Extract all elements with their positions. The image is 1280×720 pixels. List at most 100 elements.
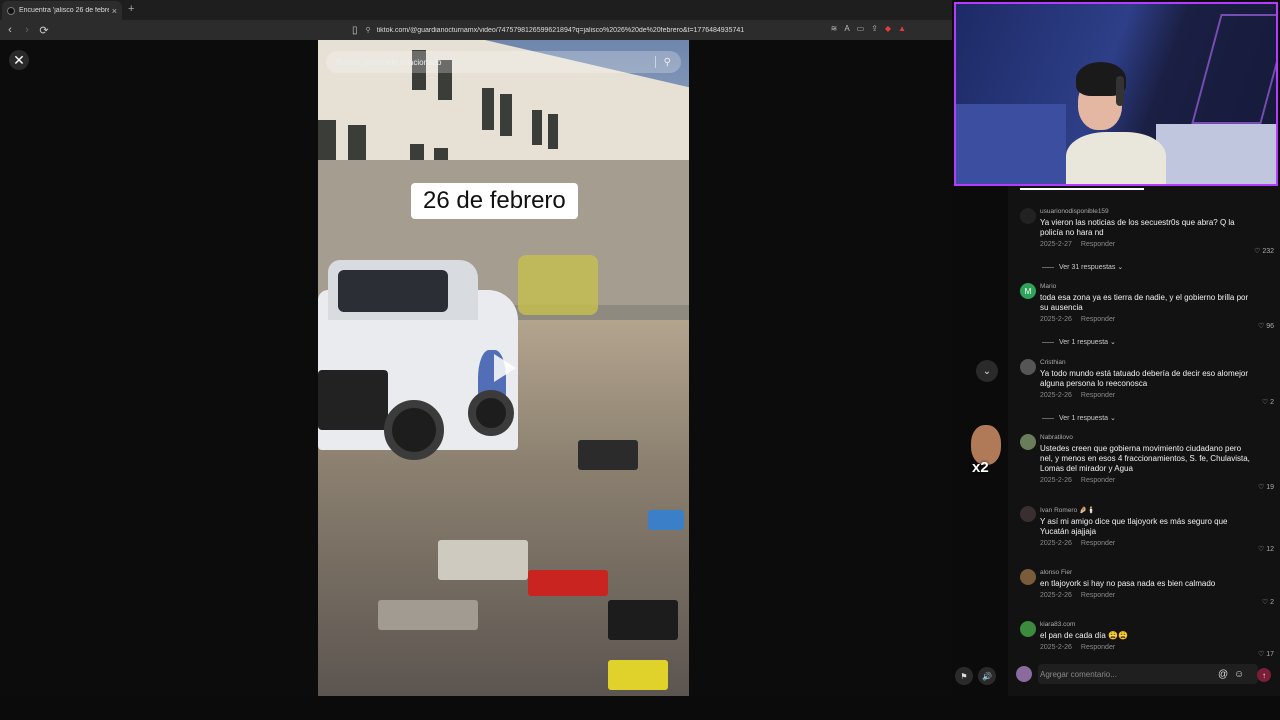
comment-text: toda esa zona ya es tierra de nadie, y e…	[1040, 293, 1249, 312]
view-replies-button[interactable]: Ver 1 respuesta ⌄	[1042, 338, 1116, 346]
next-video-button[interactable]: ⌄	[976, 360, 998, 382]
emoji-icon[interactable]: ☺	[1234, 669, 1244, 680]
comment-date: 2025-2-26	[1040, 316, 1072, 323]
heart-icon[interactable]: ♡	[1258, 546, 1266, 553]
streamer-webcam	[954, 2, 1278, 186]
comment-meta: 2025-2-26 Responder	[1040, 392, 1252, 399]
comment-meta: 2025-2-26 Responder	[1040, 540, 1252, 547]
cast-icon[interactable]: ▭	[857, 24, 865, 33]
reply-button[interactable]: Responder	[1081, 644, 1115, 651]
shield-extension-icon[interactable]: ◆	[885, 24, 891, 33]
like-count: 2	[1270, 399, 1274, 406]
search-icon[interactable]: ⚲	[664, 57, 671, 68]
related-search-placeholder[interactable]: Buscar contenido relacionado	[336, 58, 655, 67]
commenter-name[interactable]: Cristhian	[1040, 359, 1252, 366]
comment-meta: 2025-2-26 Responder	[1040, 477, 1252, 484]
heart-icon[interactable]: ♡	[1258, 323, 1266, 330]
webcam-bed	[956, 104, 1066, 184]
comment-like-button[interactable]: ♡ 96	[1258, 322, 1274, 330]
view-replies-label[interactable]: Ver 1 respuesta ⌄	[1059, 338, 1116, 346]
comment-meta: 2025-2-26 Responder	[1040, 592, 1252, 599]
heart-icon[interactable]: ♡	[1258, 484, 1266, 491]
video-player[interactable]: 26 de febrero Buscar contenido relaciona…	[318, 40, 689, 696]
reply-button[interactable]: Responder	[1081, 316, 1115, 323]
building-window	[532, 110, 542, 145]
comment-date: 2025-2-27	[1040, 241, 1072, 248]
new-tab-button[interactable]: +	[128, 3, 134, 15]
commenter-name[interactable]: usuarionodisponible159	[1040, 208, 1252, 215]
comment-like-button[interactable]: ♡ 19	[1258, 483, 1274, 491]
reply-button[interactable]: Responder	[1081, 477, 1115, 484]
building-window	[548, 114, 558, 149]
like-count: 96	[1266, 323, 1274, 330]
heart-icon[interactable]: ♡	[1258, 651, 1266, 658]
tab-close-icon[interactable]: ×	[112, 6, 117, 16]
comment-date: 2025-2-26	[1040, 644, 1072, 651]
webcam-desk	[1156, 124, 1276, 184]
commenter-avatar[interactable]: M	[1020, 283, 1036, 299]
commenter-name[interactable]: alonso Fier	[1040, 569, 1252, 576]
comment-text: en tlajoyork si hay no pasa nada es bien…	[1040, 579, 1216, 588]
replies-line	[1042, 341, 1054, 343]
warning-extension-icon[interactable]: ▲	[898, 24, 906, 33]
heart-icon[interactable]: ♡	[1262, 399, 1270, 406]
view-replies-label[interactable]: Ver 1 respuesta ⌄	[1059, 414, 1116, 422]
webcam-streamer	[1066, 62, 1166, 184]
reader-mode-icon[interactable]: ≋	[831, 24, 838, 33]
address-bar[interactable]: ▯ ⚲ tiktok.com/@guardianocturnamx/video/…	[352, 22, 912, 38]
view-replies-button[interactable]: Ver 31 respuestas ⌄	[1042, 263, 1123, 271]
related-search-bar[interactable]: Buscar contenido relacionado ⚲	[326, 51, 681, 73]
volume-icon[interactable]: 🔊	[978, 667, 996, 685]
comment-body: Ivan Romero 🤌🏼🕯️ Y así mi amigo dice que …	[1040, 506, 1252, 547]
stream-sticker-emote: x2	[963, 425, 1007, 481]
reload-button[interactable]: ⟳	[37, 24, 51, 37]
view-replies-label[interactable]: Ver 31 respuestas ⌄	[1059, 263, 1123, 271]
building-window	[348, 125, 366, 165]
reply-button[interactable]: Responder	[1081, 540, 1115, 547]
close-video-button[interactable]: ✕	[9, 50, 29, 70]
translate-icon[interactable]: A	[844, 24, 849, 33]
comment-composer: Agregar comentario... @ ☺ ↑	[1008, 663, 1280, 687]
reply-button[interactable]: Responder	[1081, 241, 1115, 248]
comment-date: 2025-2-26	[1040, 540, 1072, 547]
commenter-name[interactable]: Mario	[1040, 283, 1252, 290]
commenter-avatar[interactable]	[1020, 359, 1036, 375]
commenter-name[interactable]: Nabratilovo	[1040, 434, 1252, 441]
commenter-avatar[interactable]	[1020, 621, 1036, 637]
comment-meta: 2025-2-26 Responder	[1040, 316, 1252, 323]
like-count: 12	[1266, 546, 1274, 553]
heart-icon[interactable]: ♡	[1262, 599, 1270, 606]
comment-like-button[interactable]: ♡ 2	[1262, 598, 1274, 606]
video-scene-truck	[318, 250, 518, 460]
play-icon[interactable]	[494, 354, 516, 382]
forward-button[interactable]: ›	[20, 24, 34, 36]
reply-button[interactable]: Responder	[1081, 392, 1115, 399]
comment-text: el pan de cada día 😩😩	[1040, 631, 1128, 640]
view-replies-button[interactable]: Ver 1 respuesta ⌄	[1042, 414, 1116, 422]
trash-pile	[438, 540, 528, 580]
commenter-name[interactable]: Ivan Romero 🤌🏼🕯️	[1040, 506, 1252, 514]
commenter-name[interactable]: kiara83.com	[1040, 621, 1252, 628]
report-icon[interactable]: ⚑	[955, 667, 973, 685]
commenter-avatar[interactable]	[1020, 569, 1036, 585]
commenter-avatar[interactable]	[1020, 506, 1036, 522]
site-info-icon[interactable]: ⚲	[366, 26, 371, 34]
commenter-avatar[interactable]	[1020, 208, 1036, 224]
reply-button[interactable]: Responder	[1081, 592, 1115, 599]
bookmark-icon[interactable]: ▯	[352, 25, 358, 36]
commenter-avatar[interactable]	[1020, 434, 1036, 450]
comment-text: Ya vieron las noticias de los secuestr0s…	[1040, 218, 1235, 237]
comment-like-button[interactable]: ♡ 232	[1254, 247, 1274, 255]
mention-icon[interactable]: @	[1218, 669, 1228, 680]
extensions-area: ≋ A ▭ ⇪ ◆ ▲	[831, 24, 906, 33]
back-button[interactable]: ‹	[3, 24, 17, 36]
comment-like-button[interactable]: ♡ 12	[1258, 545, 1274, 553]
current-user-avatar[interactable]	[1016, 666, 1032, 682]
like-count: 19	[1266, 484, 1274, 491]
comment-like-button[interactable]: ♡ 2	[1262, 398, 1274, 406]
browser-tab[interactable]: Encuentra 'jalisco 26 de febrero' ×	[2, 1, 122, 20]
share-icon[interactable]: ⇪	[871, 24, 878, 33]
comment-like-button[interactable]: ♡ 17	[1258, 650, 1274, 658]
comment-text: Ya todo mundo está tatuado debería de de…	[1040, 369, 1248, 388]
send-button[interactable]: ↑	[1257, 668, 1271, 682]
